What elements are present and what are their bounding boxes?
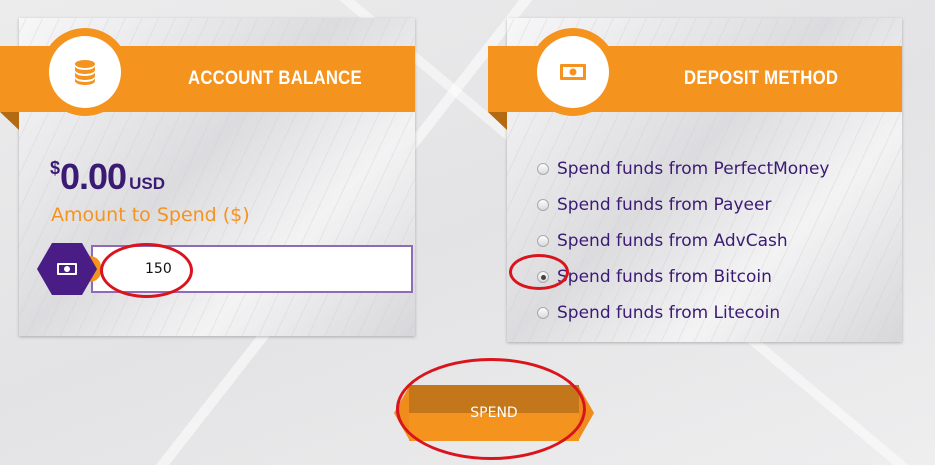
currency-symbol: $ — [50, 158, 61, 178]
deposit-option-label: Spend funds from PerfectMoney — [557, 159, 830, 179]
banknote-icon — [57, 263, 77, 275]
banner-fold — [0, 112, 19, 130]
balance-unit: USD — [129, 174, 165, 193]
spend-button[interactable]: SPEND — [409, 385, 579, 441]
spend-wing-right — [578, 385, 594, 441]
deposit-option-bitcoin[interactable]: Spend funds from Bitcoin — [537, 259, 829, 295]
amount-hex-badge — [37, 243, 97, 295]
deposit-method-title: DEPOSIT METHOD — [684, 68, 839, 89]
deposit-option-label: Spend funds from Litecoin — [557, 303, 781, 323]
deposit-option-advcash[interactable]: Spend funds from AdvCash — [537, 223, 829, 259]
deposit-method-badge — [529, 28, 617, 116]
deposit-option-label: Spend funds from Payeer — [557, 195, 772, 215]
amount-row — [37, 243, 415, 295]
radio-button[interactable] — [537, 199, 549, 211]
deposit-method-panel: DEPOSIT METHOD Spend funds from PerfectM… — [488, 18, 902, 342]
spend-button-label: SPEND — [470, 405, 518, 421]
deposit-method-list: Spend funds from PerfectMoney Spend fund… — [537, 151, 829, 331]
radio-button[interactable] — [537, 235, 549, 247]
account-balance-badge — [41, 28, 129, 116]
spend-wing-left — [394, 385, 410, 441]
deposit-option-payeer[interactable]: Spend funds from Payeer — [537, 187, 829, 223]
spend-button-wrap: SPEND — [394, 385, 594, 445]
deposit-option-label: Spend funds from Bitcoin — [557, 267, 772, 287]
radio-button[interactable] — [537, 271, 549, 283]
banner-fold — [488, 112, 507, 130]
amount-to-spend-label: Amount to Spend ($) — [51, 204, 250, 226]
deposit-option-perfectmoney[interactable]: Spend funds from PerfectMoney — [537, 151, 829, 187]
account-balance-value: $0.00 USD — [50, 156, 165, 198]
account-balance-title: ACCOUNT BALANCE — [188, 68, 362, 89]
balance-amount: 0.00 — [60, 156, 127, 197]
amount-input[interactable] — [91, 245, 413, 293]
radio-button[interactable] — [537, 307, 549, 319]
coin-stack-icon — [75, 60, 95, 85]
banknote-icon — [560, 64, 586, 80]
deposit-option-label: Spend funds from AdvCash — [557, 231, 788, 251]
deposit-option-litecoin[interactable]: Spend funds from Litecoin — [537, 295, 829, 331]
account-balance-panel: ACCOUNT BALANCE $0.00 USD Amount to Spend… — [0, 18, 415, 336]
radio-button[interactable] — [537, 163, 549, 175]
